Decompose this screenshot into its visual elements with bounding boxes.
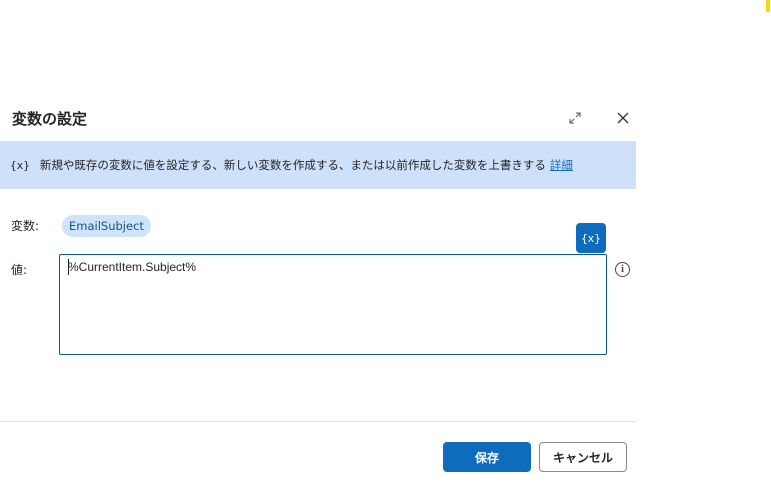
close-icon <box>617 112 629 124</box>
expand-button[interactable] <box>563 106 587 130</box>
cancel-button[interactable]: キャンセル <box>539 442 627 472</box>
save-button[interactable]: 保存 <box>443 442 531 472</box>
value-text: %CurrentItem.Subject% <box>68 260 197 274</box>
close-button[interactable] <box>611 106 635 130</box>
info-icon[interactable]: i <box>615 262 630 277</box>
variable-icon: {x} <box>10 158 30 172</box>
insert-variable-button[interactable]: {x} <box>576 223 606 253</box>
banner-text: 新規や既存の変数に値を設定する、新しい変数を作成する、または以前作成した変数を上… <box>39 158 546 172</box>
dialog-title: 変数の設定 <box>12 110 88 128</box>
top-right-marker <box>766 0 770 12</box>
footer-divider <box>0 421 636 422</box>
value-textarea[interactable]: %CurrentItem.Subject% <box>59 254 607 355</box>
expand-icon <box>569 112 581 124</box>
value-label: 値: <box>11 263 28 277</box>
info-banner: {x} 新規や既存の変数に値を設定する、新しい変数を作成する、または以前作成した… <box>0 141 636 189</box>
variable-name-chip[interactable]: EmailSubject <box>62 215 151 237</box>
variable-label: 変数: <box>11 219 40 233</box>
set-variable-dialog: 変数の設定 {x} 新規や既存の変数に値を設定する、新しい変数を作成する、または… <box>0 96 636 485</box>
learn-more-link[interactable]: 詳細 <box>550 157 573 173</box>
